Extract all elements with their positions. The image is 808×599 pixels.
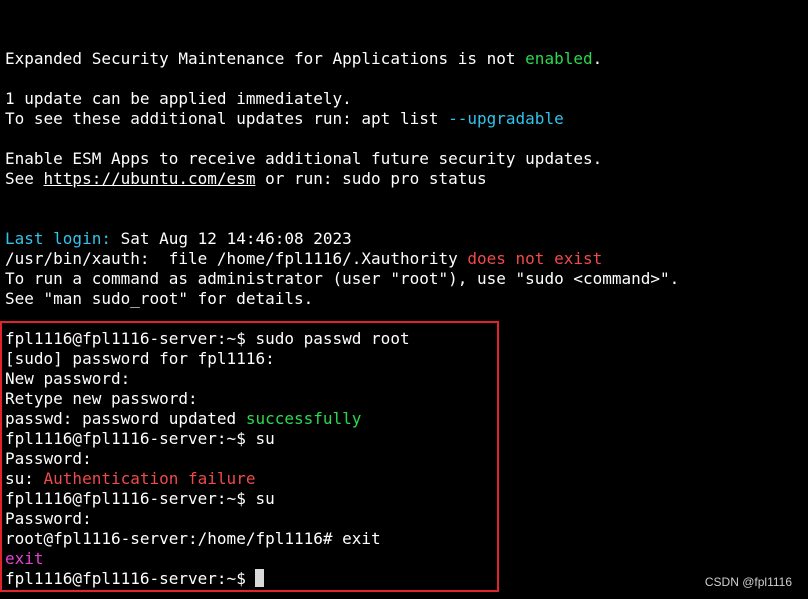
- watermark: CSDN @fpl1116: [704, 575, 792, 589]
- session-line-6: fpl1116@fpl1116-server:~$ su: [5, 429, 275, 448]
- man-hint-line: See "man sudo_root" for details.: [5, 289, 314, 308]
- xauth-error: does not exist: [467, 249, 603, 268]
- passwd-success: successfully: [245, 409, 362, 428]
- shell-prompt: fpl1116@fpl1116-server:~$: [5, 569, 256, 588]
- esm-see-line: See https://ubuntu.com/esm or run: sudo …: [5, 169, 805, 189]
- esm-apps-line: Enable ESM Apps to receive additional fu…: [5, 149, 603, 168]
- text-cursor: [255, 569, 265, 587]
- session-line-7: Password:: [5, 449, 92, 468]
- updates-hint-text: To see these additional updates run: apt…: [5, 109, 449, 128]
- esm-link[interactable]: https://ubuntu.com/esm: [44, 169, 256, 188]
- xauth-line: /usr/bin/xauth: file /home/fpl1116/.Xaut…: [5, 249, 805, 269]
- passwd-text: passwd: password updated: [5, 409, 246, 428]
- updates-hint-line: To see these additional updates run: apt…: [5, 109, 805, 129]
- session-line-12: exit: [5, 549, 44, 568]
- session-line-2: [sudo] password for fpl1116:: [5, 349, 275, 368]
- esm-status-suffix: .: [592, 49, 603, 68]
- esm-status-value: enabled: [525, 49, 593, 68]
- session-line-5: passwd: password updated successfully: [5, 409, 805, 429]
- see-suffix: or run: sudo pro status: [255, 169, 487, 188]
- updates-line: 1 update can be applied immediately.: [5, 89, 352, 108]
- upgradable-flag: --upgradable: [448, 109, 564, 128]
- session-line-10: Password:: [5, 509, 92, 528]
- esm-status-text: Expanded Security Maintenance for Applic…: [5, 49, 526, 68]
- see-prefix: See: [5, 169, 44, 188]
- current-prompt-line[interactable]: fpl1116@fpl1116-server:~$: [5, 569, 805, 589]
- last-login-value: Sat Aug 12 14:46:08 2023: [110, 229, 352, 248]
- session-line-3: New password:: [5, 369, 131, 388]
- session-line-11: root@fpl1116-server:/home/fpl1116# exit: [5, 529, 381, 548]
- session-line-8: su: Authentication failure: [5, 469, 805, 489]
- session-line-1: fpl1116@fpl1116-server:~$ sudo passwd ro…: [5, 329, 410, 348]
- last-login-label: Last login:: [5, 229, 111, 248]
- xauth-text: /usr/bin/xauth: file /home/fpl1116/.Xaut…: [5, 249, 468, 268]
- auth-failure: Authentication failure: [43, 469, 256, 488]
- sudo-hint-line: To run a command as administrator (user …: [5, 269, 680, 288]
- session-line-9: fpl1116@fpl1116-server:~$ su: [5, 489, 275, 508]
- last-login-line: Last login: Sat Aug 12 14:46:08 2023: [5, 229, 805, 249]
- esm-status-line: Expanded Security Maintenance for Applic…: [5, 49, 805, 69]
- terminal-output[interactable]: Expanded Security Maintenance for Applic…: [5, 49, 805, 589]
- session-line-4: Retype new password:: [5, 389, 198, 408]
- su-prefix: su:: [5, 469, 44, 488]
